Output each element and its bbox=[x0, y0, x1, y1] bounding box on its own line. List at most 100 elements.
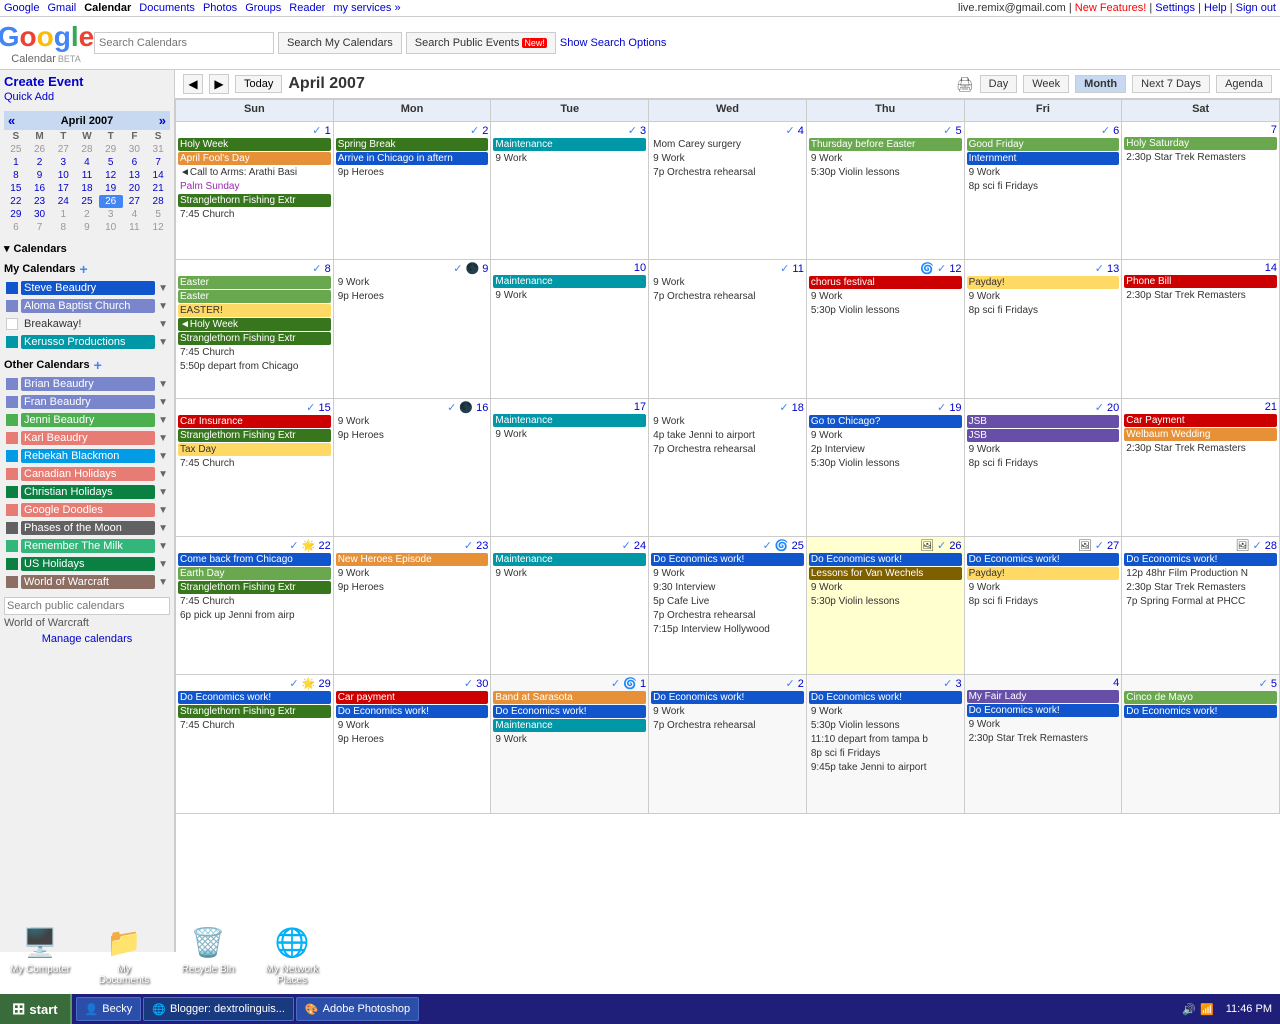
day-number[interactable]: ✓ 20 bbox=[967, 401, 1120, 414]
event-9work-18[interactable]: 9 Work bbox=[651, 415, 804, 428]
mini-day[interactable]: 6 bbox=[123, 156, 147, 169]
calendar-item-google-doodles[interactable]: Google Doodles ▼ bbox=[4, 501, 170, 519]
event-payday-13[interactable]: Payday! bbox=[967, 276, 1120, 289]
desktop-icon-mycomputer[interactable]: 🖥️ My Computer bbox=[8, 924, 72, 986]
day-number[interactable]: 4 bbox=[967, 677, 1120, 689]
mini-day[interactable]: 3 bbox=[99, 208, 123, 221]
mini-day[interactable]: 10 bbox=[99, 221, 123, 234]
event-strangleth-1[interactable]: Stranglethorn Fishing Extr bbox=[178, 194, 331, 207]
calendar-item-steve[interactable]: Steve Beaudry ▼ bbox=[4, 279, 170, 297]
day-number[interactable]: 🖼 ✓ 27 bbox=[967, 539, 1120, 552]
event-maintenance-10[interactable]: Maintenance bbox=[493, 275, 646, 288]
mini-day[interactable]: 27 bbox=[51, 143, 75, 156]
event-earth-day[interactable]: Earth Day bbox=[178, 567, 331, 580]
event-9work-24[interactable]: 9 Work bbox=[493, 567, 646, 580]
mini-day[interactable]: 20 bbox=[123, 182, 147, 195]
today-button[interactable]: Today bbox=[235, 75, 282, 93]
event-holy-week[interactable]: Holy Week bbox=[178, 138, 331, 151]
desktop-icon-mydocuments[interactable]: 📁 My Documents bbox=[92, 924, 156, 986]
calendar-arrow-rebekah[interactable]: ▼ bbox=[158, 451, 168, 462]
print-icon[interactable]: 🖨 bbox=[956, 76, 974, 93]
mini-day[interactable]: 3 bbox=[51, 156, 75, 169]
event-violin-5[interactable]: 5:30p Violin lessons bbox=[809, 166, 962, 179]
mini-day[interactable]: 22 bbox=[4, 195, 28, 208]
mini-day-today[interactable]: 26 bbox=[99, 195, 123, 208]
help-link[interactable]: Help bbox=[1204, 2, 1227, 14]
event-arrive-chicago[interactable]: Arrive in Chicago in aftern bbox=[336, 152, 489, 165]
calendar-item-aloma[interactable]: Aloma Baptist Church ▼ bbox=[4, 297, 170, 315]
event-heroes-9[interactable]: 9p Heroes bbox=[336, 290, 489, 303]
quick-add-link[interactable]: Quick Add bbox=[4, 91, 170, 103]
event-april-fools[interactable]: April Fool's Day bbox=[178, 152, 331, 165]
event-maintenance-24[interactable]: Maintenance bbox=[493, 553, 646, 566]
event-9work-10[interactable]: 9 Work bbox=[493, 289, 646, 302]
day-number[interactable]: ✓ 3 bbox=[493, 124, 646, 137]
event-tax-day[interactable]: Tax Day bbox=[178, 443, 331, 456]
mini-day[interactable]: 2 bbox=[75, 208, 99, 221]
calendar-checkbox-brian[interactable] bbox=[6, 378, 18, 390]
event-strangleth-22[interactable]: Stranglethorn Fishing Extr bbox=[178, 581, 331, 594]
event-9work-6[interactable]: 9 Work bbox=[967, 166, 1120, 179]
day-number[interactable]: ✓ 18 bbox=[651, 401, 804, 414]
event-payday-27[interactable]: Payday! bbox=[967, 567, 1120, 580]
mini-day[interactable]: 5 bbox=[146, 208, 170, 221]
mini-day[interactable]: 12 bbox=[99, 169, 123, 182]
calendar-item-christian[interactable]: Christian Holidays ▼ bbox=[4, 483, 170, 501]
mini-day[interactable]: 30 bbox=[123, 143, 147, 156]
event-thursday-before-easter[interactable]: Thursday before Easter bbox=[809, 138, 962, 151]
event-interview-19[interactable]: 2p Interview bbox=[809, 443, 962, 456]
event-depart-tampa[interactable]: 11:10 depart from tampa b bbox=[809, 733, 962, 746]
event-scifi-may3[interactable]: 8p sci fi Fridays bbox=[809, 747, 962, 760]
event-9work-12[interactable]: 9 Work bbox=[809, 290, 962, 303]
event-9work-may4[interactable]: 9 Work bbox=[967, 718, 1120, 731]
mini-day[interactable]: 25 bbox=[75, 195, 99, 208]
event-pick-jenni[interactable]: 6p pick up Jenni from airp bbox=[178, 609, 331, 622]
prev-button[interactable]: ◀ bbox=[183, 74, 203, 94]
event-holy-week-2[interactable]: ◄Holy Week bbox=[178, 318, 331, 331]
calendar-checkbox-wow[interactable] bbox=[6, 576, 18, 588]
event-9work-19[interactable]: 9 Work bbox=[809, 429, 962, 442]
new-features-link[interactable]: New Features! bbox=[1075, 2, 1147, 14]
event-depart-chicago[interactable]: 5:50p depart from Chicago bbox=[178, 360, 331, 373]
event-go-chicago[interactable]: Go to Chicago? bbox=[809, 415, 962, 428]
calendar-item-karl[interactable]: Karl Beaudry ▼ bbox=[4, 429, 170, 447]
calendar-checkbox-canadian[interactable] bbox=[6, 468, 18, 480]
event-orchestra-11[interactable]: 7p Orchestra rehearsal bbox=[651, 290, 804, 303]
calendar-checkbox-google-doodles[interactable] bbox=[6, 504, 18, 516]
event-easter-2[interactable]: Easter bbox=[178, 290, 331, 303]
calendar-item-rebekah[interactable]: Rebekah Blackmon ▼ bbox=[4, 447, 170, 465]
calendar-item-rtm[interactable]: Remember The Milk ▼ bbox=[4, 537, 170, 555]
event-cafe-live[interactable]: 5p Cafe Live bbox=[651, 595, 804, 608]
manage-calendars-link[interactable]: Manage calendars bbox=[4, 633, 170, 645]
event-violin-12[interactable]: 5:30p Violin lessons bbox=[809, 304, 962, 317]
event-9work-1[interactable]: 9 Work bbox=[493, 152, 646, 165]
calendar-arrow-breakaway[interactable]: ▼ bbox=[158, 319, 168, 330]
mini-day[interactable]: 13 bbox=[123, 169, 147, 182]
event-spring-break[interactable]: Spring Break bbox=[336, 138, 489, 151]
event-9work-17[interactable]: 9 Work bbox=[493, 428, 646, 441]
nav-documents[interactable]: Documents bbox=[139, 2, 195, 14]
event-scifi-13[interactable]: 8p sci fi Fridays bbox=[967, 304, 1120, 317]
event-palm-sunday[interactable]: Palm Sunday bbox=[178, 180, 331, 193]
event-star-trek-may4[interactable]: 2:30p Star Trek Remasters bbox=[967, 732, 1120, 745]
event-do-econ-28[interactable]: Do Economics work! bbox=[1124, 553, 1277, 566]
event-lessons-van[interactable]: Lessons for Van Wechels bbox=[809, 567, 962, 580]
event-strangleth-2[interactable]: Stranglethorn Fishing Extr bbox=[178, 332, 331, 345]
day-number[interactable]: ✓ 5 bbox=[809, 124, 962, 137]
day-number[interactable]: ✓ 4 bbox=[651, 124, 804, 137]
day-view-button[interactable]: Day bbox=[980, 75, 1018, 93]
event-easter-caps[interactable]: EASTER! bbox=[178, 304, 331, 317]
mini-day[interactable]: 8 bbox=[51, 221, 75, 234]
mini-day[interactable]: 16 bbox=[28, 182, 52, 195]
search-public-input[interactable] bbox=[4, 597, 170, 615]
day-number[interactable]: ✓ 5 bbox=[1124, 677, 1277, 690]
search-my-calendars-button[interactable]: Search My Calendars bbox=[278, 32, 402, 54]
mini-day[interactable]: 25 bbox=[4, 143, 28, 156]
day-number[interactable]: ✓ 🌑 9 bbox=[336, 262, 489, 275]
calendar-arrow-karl[interactable]: ▼ bbox=[158, 433, 168, 444]
event-do-econ-may1[interactable]: Do Economics work! bbox=[493, 705, 646, 718]
calendar-arrow-christian[interactable]: ▼ bbox=[158, 487, 168, 498]
day-number[interactable]: 7 bbox=[1124, 124, 1277, 136]
event-heroes-30[interactable]: 9p Heroes bbox=[336, 733, 489, 746]
event-9work-23[interactable]: 9 Work bbox=[336, 567, 489, 580]
